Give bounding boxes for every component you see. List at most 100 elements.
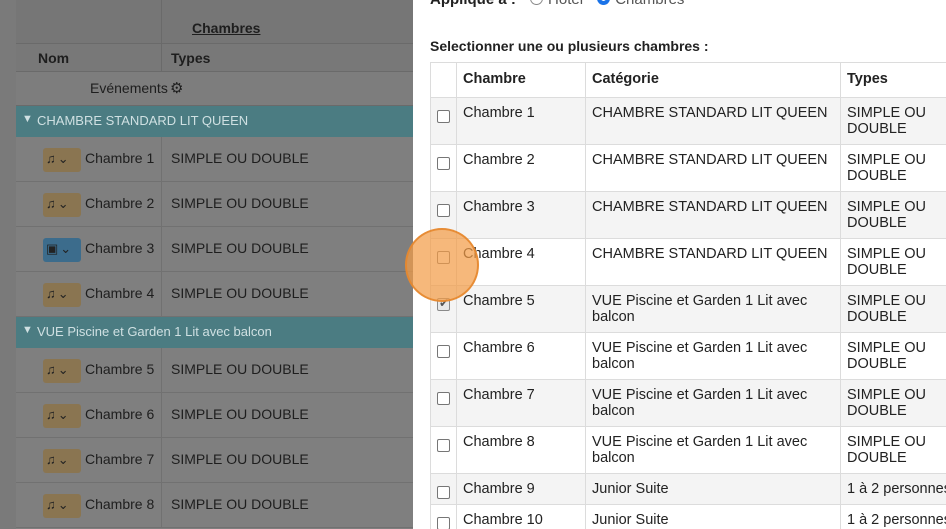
room-type: SIMPLE OU DOUBLE <box>171 361 309 377</box>
gear-icon[interactable]: ⚙ <box>170 79 183 97</box>
calendar-icon[interactable]: ▣⌄ <box>43 238 81 262</box>
table-row[interactable]: Chambre 1 CHAMBRE STANDARD LIT QUEEN SIMPL… <box>430 97 946 145</box>
checkbox-cell <box>430 332 457 380</box>
table-row[interactable]: Chambre 8 VUE Piscine et Garden 1 Lit ave… <box>430 426 946 474</box>
music-note-icon[interactable]: ♫⌄ <box>43 193 81 217</box>
group-label: CHAMBRE STANDARD LIT QUEEN <box>37 113 249 128</box>
collapse-triangle-icon[interactable]: ▼ <box>22 324 33 336</box>
room-selection-panel: Appliqué à : Hôtel Chambres Selectionner… <box>413 0 946 529</box>
cell-chambre: Chambre 7 <box>456 379 586 427</box>
table-row[interactable]: Chambre 4 CHAMBRE STANDARD LIT QUEEN SIMPL… <box>430 238 946 286</box>
col-categorie-header: Catégorie <box>585 62 841 98</box>
room-checkbox[interactable] <box>437 157 450 170</box>
select-all-header <box>430 62 457 98</box>
room-type: SIMPLE OU DOUBLE <box>171 240 309 256</box>
room-row: ♫⌄ Chambre 6 SIMPLE OU DOUBLE <box>16 393 413 438</box>
music-note-icon[interactable]: ♫⌄ <box>43 359 81 383</box>
col-nom-header: Nom <box>38 50 70 66</box>
column-divider <box>161 227 162 271</box>
background-page: Chambres Nom Types Evénements ⚙ ▼ CHAMBRE… <box>0 0 413 529</box>
room-row: ♫⌄ Chambre 7 SIMPLE OU DOUBLE <box>16 438 413 483</box>
room-type: SIMPLE OU DOUBLE <box>171 195 309 211</box>
room-checkbox[interactable] <box>437 392 450 405</box>
room-name: Chambre 2 <box>85 195 155 211</box>
room-row: ▣⌄ Chambre 3 SIMPLE OU DOUBLE <box>16 227 413 272</box>
select-rooms-title: Selectionner une ou plusieurs chambres : <box>430 38 709 54</box>
room-checkbox[interactable] <box>437 204 450 217</box>
collapse-triangle-icon[interactable]: ▼ <box>22 113 33 125</box>
room-type: SIMPLE OU DOUBLE <box>171 451 309 467</box>
radio-hotel-option[interactable]: Hôtel <box>530 0 583 8</box>
col-chambre-header: Chambre <box>456 62 586 98</box>
cell-types: SIMPLE OU DOUBLE <box>840 191 946 239</box>
table-row[interactable]: Chambre 2 CHAMBRE STANDARD LIT QUEEN SIMPL… <box>430 144 946 192</box>
cell-types: SIMPLE OU DOUBLE <box>840 426 946 474</box>
room-name: Chambre 8 <box>85 496 155 512</box>
room-type: SIMPLE OU DOUBLE <box>171 150 309 166</box>
music-note-icon[interactable]: ♫⌄ <box>43 449 81 473</box>
group-label: VUE Piscine et Garden 1 Lit avec balcon <box>37 324 272 339</box>
column-divider <box>161 483 162 527</box>
column-divider <box>161 182 162 226</box>
left-groups: ▼ CHAMBRE STANDARD LIT QUEEN ♫⌄ Chambre 1 SI… <box>16 106 413 528</box>
cell-categorie: VUE Piscine et Garden 1 Lit avec balcon <box>585 379 841 427</box>
radio-chambres-option[interactable]: Chambres <box>597 0 684 8</box>
room-type: SIMPLE OU DOUBLE <box>171 285 309 301</box>
checkbox-cell <box>430 144 457 192</box>
room-checkbox[interactable] <box>437 110 450 123</box>
table-row[interactable]: Chambre 3 CHAMBRE STANDARD LIT QUEEN SIMPL… <box>430 191 946 239</box>
checkbox-cell <box>430 426 457 474</box>
room-row: ♫⌄ Chambre 1 SIMPLE OU DOUBLE <box>16 137 413 182</box>
column-divider <box>161 44 162 72</box>
room-checkbox[interactable] <box>437 439 450 452</box>
music-note-icon[interactable]: ♫⌄ <box>43 404 81 428</box>
cell-types: SIMPLE OU DOUBLE <box>840 285 946 333</box>
room-name: Chambre 6 <box>85 406 155 422</box>
room-name: Chambre 3 <box>85 240 155 256</box>
apply-to-row: Appliqué à : Hôtel Chambres <box>430 0 684 8</box>
cell-categorie: CHAMBRE STANDARD LIT QUEEN <box>585 144 841 192</box>
music-note-icon[interactable]: ♫⌄ <box>43 148 81 172</box>
room-row: ♫⌄ Chambre 4 SIMPLE OU DOUBLE <box>16 272 413 317</box>
column-divider <box>161 348 162 392</box>
rooms-selection-table: Chambre Catégorie Types Chambre 1 CHAMBRE… <box>430 62 946 529</box>
table-row[interactable]: Chambre 5VUE Piscine et Garden 1 Lit ave… <box>430 285 946 333</box>
table-row[interactable]: Chambre 9 Junior Suite 1 à 2 personnes <box>430 473 946 505</box>
chambres-header-link[interactable]: Chambres <box>192 20 260 36</box>
table-header-row: Chambre Catégorie Types <box>430 62 946 98</box>
events-label: Evénements <box>90 80 168 96</box>
room-checkbox[interactable] <box>437 345 450 358</box>
room-checkbox[interactable] <box>437 517 450 529</box>
table-row[interactable]: Chambre 10 Junior Suite 1 à 2 personnes <box>430 504 946 529</box>
table-row[interactable]: Chambre 7 VUE Piscine et Garden 1 Lit ave… <box>430 379 946 427</box>
room-checkbox[interactable] <box>437 296 450 311</box>
music-note-icon[interactable]: ♫⌄ <box>43 283 81 307</box>
cell-chambre: Chambre 6 <box>456 332 586 380</box>
room-row: ♫⌄ Chambre 2 SIMPLE OU DOUBLE <box>16 182 413 227</box>
radio-hotel[interactable] <box>530 0 544 5</box>
radio-chambres[interactable] <box>597 0 611 5</box>
music-note-icon[interactable]: ♫⌄ <box>43 494 81 518</box>
table-row[interactable]: Chambre 6 VUE Piscine et Garden 1 Lit ave… <box>430 332 946 380</box>
column-divider <box>161 393 162 437</box>
room-checkbox[interactable] <box>437 251 450 264</box>
cell-categorie: VUE Piscine et Garden 1 Lit avec balcon <box>585 332 841 380</box>
cell-categorie: Junior Suite <box>585 504 841 529</box>
cell-categorie: VUE Piscine et Garden 1 Lit avec balcon <box>585 285 841 333</box>
checkbox-cell <box>430 191 457 239</box>
radio-chambres-label: Chambres <box>615 0 684 8</box>
group-header[interactable]: ▼ CHAMBRE STANDARD LIT QUEEN <box>16 106 413 137</box>
apply-label: Appliqué à : <box>430 0 516 8</box>
room-checkbox[interactable] <box>437 486 450 499</box>
column-divider <box>161 137 162 181</box>
col-types-header: Types <box>171 50 211 66</box>
room-name: Chambre 4 <box>85 285 155 301</box>
cell-types: 1 à 2 personnes <box>840 473 946 505</box>
room-name: Chambre 5 <box>85 361 155 377</box>
group-header[interactable]: ▼ VUE Piscine et Garden 1 Lit avec balcon <box>16 317 413 348</box>
cell-types: SIMPLE OU DOUBLE <box>840 144 946 192</box>
cell-types: 1 à 2 personnes <box>840 504 946 529</box>
room-row: ♫⌄ Chambre 5 SIMPLE OU DOUBLE <box>16 348 413 393</box>
cell-categorie: CHAMBRE STANDARD LIT QUEEN <box>585 238 841 286</box>
cell-categorie: Junior Suite <box>585 473 841 505</box>
